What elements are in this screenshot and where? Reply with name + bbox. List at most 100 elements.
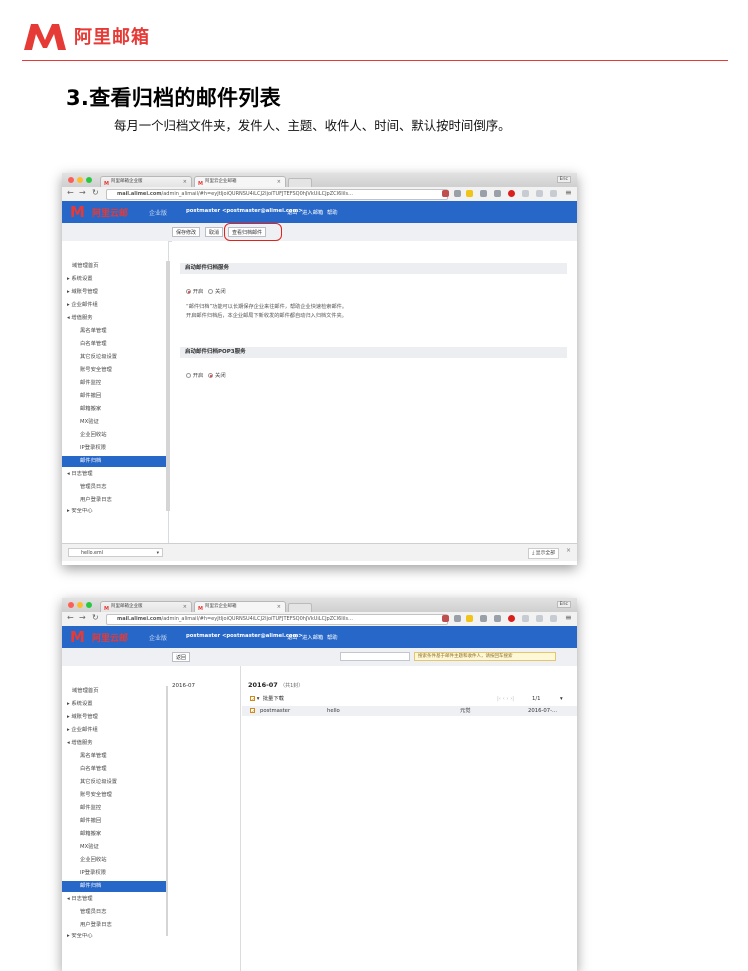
browser-tab[interactable]: M 阿里邮箱企业版 × — [100, 176, 192, 187]
url-input[interactable]: mail.alimei.com/admin_alimail/#h=eyJtIjo… — [106, 189, 448, 200]
menu-icon[interactable]: ≡ — [565, 188, 572, 197]
sidebar-item-whitelist[interactable]: 白名单管理 — [62, 339, 166, 350]
extension-icon[interactable] — [494, 190, 501, 197]
sidebar-item-ip-login[interactable]: IP登录权限 — [62, 443, 166, 454]
select-all-checkbox[interactable] — [250, 695, 255, 705]
sidebar-item-accounts[interactable]: ▸ 域账号管理 — [62, 712, 166, 723]
radio-on[interactable] — [186, 373, 191, 378]
sidebar-item-mx[interactable]: MX验证 — [62, 842, 166, 853]
logout-link[interactable]: 退出 — [287, 208, 298, 216]
download-item[interactable]: hello.eml ▾ — [68, 548, 163, 557]
sidebar-item-antispam[interactable]: 其它反垃圾设置 — [62, 352, 166, 363]
browser-tab-active[interactable]: M 阿里云企业邮箱 × — [194, 601, 286, 612]
browser-user-chip[interactable]: Eric — [556, 176, 571, 183]
enter-mailbox-link[interactable]: 进入邮箱 — [302, 633, 323, 641]
sidebar-item-groups[interactable]: ▸ 企业邮件组 — [62, 725, 166, 736]
sidebar-item-blacklist[interactable]: 黑名单管理 — [62, 751, 166, 762]
back-arrow-icon[interactable]: ← — [67, 188, 74, 197]
close-window-icon[interactable] — [68, 602, 74, 608]
bookmark-star-icon[interactable] — [466, 615, 473, 622]
close-window-icon[interactable] — [68, 177, 74, 183]
sidebar-item-admin-log[interactable]: 管理员日志 — [62, 482, 166, 493]
sidebar-item-security[interactable]: ▸ 安全中心 — [62, 508, 166, 514]
reload-icon[interactable]: ↻ — [92, 188, 99, 197]
sidebar-item-mail-monitor[interactable]: 邮件监控 — [62, 803, 166, 814]
archive-folder-item[interactable]: 2016-07 — [172, 683, 195, 689]
browser-user-chip[interactable]: Eric — [556, 601, 571, 608]
extension-icon[interactable] — [454, 190, 461, 197]
logout-link[interactable]: 退出 — [287, 633, 298, 641]
extension-icon[interactable] — [522, 190, 529, 197]
browser-tab-active[interactable]: M 阿里云企业邮箱 × — [194, 176, 286, 187]
zoom-window-icon[interactable] — [86, 177, 92, 183]
extension-icon[interactable] — [550, 190, 557, 197]
close-downloads-icon[interactable]: × — [566, 547, 571, 554]
minimize-window-icon[interactable] — [77, 177, 83, 183]
sidebar-item-login-log[interactable]: 用户登录日志 — [62, 495, 166, 506]
save-changes-button[interactable]: 保存修改 — [172, 227, 201, 237]
close-tab-icon[interactable]: × — [183, 177, 187, 187]
sidebar-item-migration[interactable]: 邮箱搬家 — [62, 404, 166, 415]
sidebar-item-account-security[interactable]: 账号安全管理 — [62, 365, 166, 376]
archive-search-input[interactable] — [340, 652, 410, 661]
sidebar-item-antispam[interactable]: 其它反垃圾设置 — [62, 777, 166, 788]
sidebar-item-mail-recall[interactable]: 邮件撤回 — [62, 391, 166, 402]
extension-icon[interactable] — [442, 190, 449, 197]
extension-icon[interactable] — [550, 615, 557, 622]
sidebar-item-ip-login[interactable]: IP登录权限 — [62, 868, 166, 879]
sidebar-item-admin-log[interactable]: 管理员日志 — [62, 907, 166, 918]
sidebar-scrollbar[interactable] — [166, 261, 170, 511]
sidebar-item-logs[interactable]: ◂ 日志管理 — [62, 894, 166, 905]
pager-dropdown-icon[interactable]: ▾ — [560, 694, 563, 704]
sidebar-item-mail-archive[interactable]: 邮件归档 — [62, 456, 166, 467]
sidebar-item-whitelist[interactable]: 白名单管理 — [62, 764, 166, 775]
sidebar-item-mail-monitor[interactable]: 邮件监控 — [62, 378, 166, 389]
help-link[interactable]: 帮助 — [327, 633, 338, 641]
minimize-window-icon[interactable] — [77, 602, 83, 608]
radio-on[interactable] — [186, 289, 191, 294]
close-tab-icon[interactable]: × — [277, 602, 281, 612]
chevron-down-icon[interactable]: ▾ — [257, 696, 260, 702]
extension-icon[interactable] — [480, 190, 487, 197]
sidebar-item-mx[interactable]: MX验证 — [62, 417, 166, 428]
browser-tab[interactable]: M 阿里邮箱企业版 × — [100, 601, 192, 612]
sidebar-item-accounts[interactable]: ▸ 域账号管理 — [62, 287, 166, 298]
forward-arrow-icon[interactable]: → — [79, 188, 86, 197]
sidebar-item-security[interactable]: ▸ 安全中心 — [62, 933, 166, 939]
zoom-window-icon[interactable] — [86, 602, 92, 608]
bulk-download-button[interactable]: 批量下载 — [263, 696, 284, 702]
sidebar-item-login-log[interactable]: 用户登录日志 — [62, 920, 166, 931]
show-all-downloads-button[interactable]: ⤓ 显示全部 — [528, 548, 559, 559]
table-row[interactable]: postmaster hello 元觉 2016-07-... — [242, 706, 577, 717]
close-tab-icon[interactable]: × — [183, 602, 187, 612]
back-button[interactable]: 返回 — [172, 652, 191, 662]
extension-icon[interactable] — [480, 615, 487, 622]
sidebar-item-migration[interactable]: 邮箱搬家 — [62, 829, 166, 840]
close-tab-icon[interactable]: × — [277, 177, 281, 187]
radio-off[interactable] — [208, 289, 214, 294]
menu-icon[interactable]: ≡ — [565, 613, 572, 622]
sidebar-item-system[interactable]: ▸ 系统设置 — [62, 274, 166, 285]
sidebar-item-domain-home[interactable]: 域管理首页 — [62, 261, 166, 272]
adblock-icon[interactable] — [508, 190, 515, 197]
row-checkbox[interactable] — [250, 707, 255, 717]
sidebar-item-groups[interactable]: ▸ 企业邮件组 — [62, 300, 166, 311]
extension-icon[interactable] — [536, 615, 543, 622]
sidebar-item-system[interactable]: ▸ 系统设置 — [62, 699, 166, 710]
adblock-icon[interactable] — [508, 615, 515, 622]
reload-icon[interactable]: ↻ — [92, 613, 99, 622]
sidebar-item-logs[interactable]: ◂ 日志管理 — [62, 469, 166, 480]
extension-icon[interactable] — [454, 615, 461, 622]
extension-icon[interactable] — [442, 615, 449, 622]
extension-icon[interactable] — [536, 190, 543, 197]
back-arrow-icon[interactable]: ← — [67, 613, 74, 622]
sidebar-item-blacklist[interactable]: 黑名单管理 — [62, 326, 166, 337]
radio-off[interactable] — [208, 373, 214, 378]
cancel-button[interactable]: 取消 — [205, 227, 224, 237]
bookmark-star-icon[interactable] — [466, 190, 473, 197]
sidebar-item-recycle[interactable]: 企业回收站 — [62, 430, 166, 441]
sidebar-item-account-security[interactable]: 账号安全管理 — [62, 790, 166, 801]
extension-icon[interactable] — [494, 615, 501, 622]
forward-arrow-icon[interactable]: → — [79, 613, 86, 622]
help-link[interactable]: 帮助 — [327, 208, 338, 216]
